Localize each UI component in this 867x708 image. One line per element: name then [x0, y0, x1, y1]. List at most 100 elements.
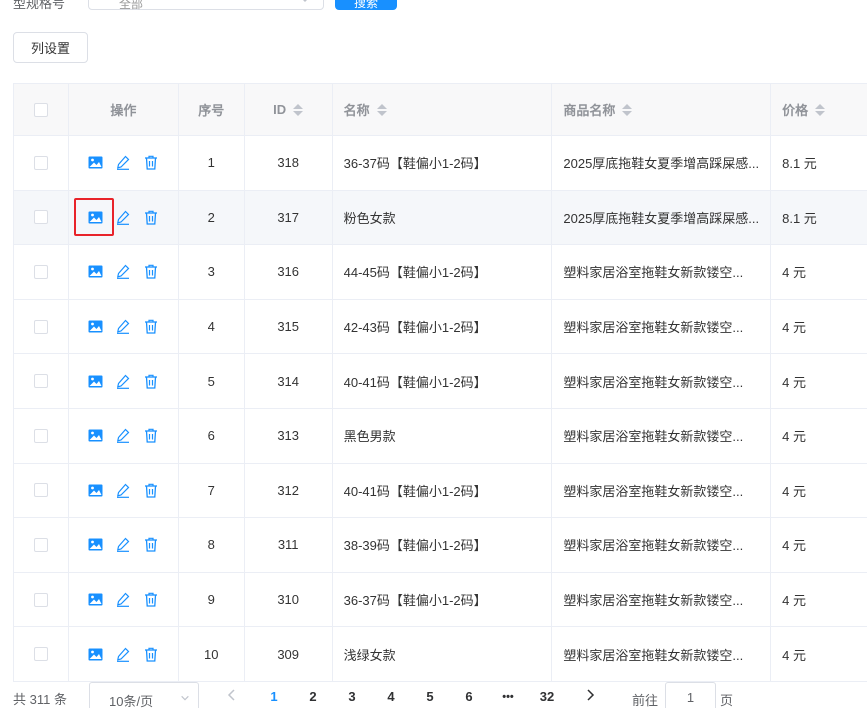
row-checkbox[interactable]	[33, 319, 48, 334]
prev-page-icon[interactable]	[225, 688, 239, 702]
delete-icon[interactable]	[143, 209, 159, 225]
goto-unit: 页	[720, 693, 734, 708]
row-checkbox[interactable]	[33, 483, 48, 498]
edit-icon[interactable]	[115, 373, 131, 389]
image-icon[interactable]	[87, 155, 103, 171]
delete-icon[interactable]	[143, 592, 159, 608]
edit-icon[interactable]	[115, 428, 131, 444]
row-product-name: 塑料家居浴室拖鞋女新款镂空...	[552, 463, 772, 518]
header-name[interactable]: 名称	[333, 84, 553, 135]
row-index: 1	[179, 136, 245, 190]
table-row: 4 315 42-43码【鞋偏小1-2码】 塑料家居浴室拖鞋女新款镂空... 4 元	[14, 299, 867, 355]
edit-icon[interactable]	[115, 319, 131, 335]
row-id: 309	[245, 627, 333, 681]
row-index: 2	[179, 190, 245, 245]
row-product-name-text: 塑料家居浴室拖鞋女新款镂空...	[563, 593, 744, 609]
row-id-text: 315	[277, 319, 300, 335]
row-name-text: 粉色女款	[343, 210, 396, 226]
image-icon[interactable]	[87, 373, 103, 389]
image-icon[interactable]	[74, 198, 115, 237]
table-row: 1 318 36-37码【鞋偏小1-2码】 2025厚底拖鞋女夏季增高踩屎感... 8.…	[14, 136, 867, 191]
row-index: 7	[179, 463, 245, 518]
image-icon[interactable]	[87, 428, 103, 444]
filter-select[interactable]: 全部	[88, 0, 324, 11]
row-id-text: 311	[277, 537, 299, 553]
image-icon[interactable]	[87, 264, 103, 280]
row-name: 36-37码【鞋偏小1-2码】	[333, 572, 553, 627]
sort-caret-icon[interactable]	[293, 103, 304, 116]
edit-icon[interactable]	[115, 209, 131, 225]
delete-icon[interactable]	[143, 155, 159, 171]
delete-icon[interactable]	[143, 264, 159, 280]
image-icon[interactable]	[87, 319, 103, 335]
page-size-value: 10条/页	[109, 694, 154, 708]
row-name-text: 42-43码【鞋偏小1-2码】	[343, 320, 487, 336]
row-checkbox[interactable]	[33, 647, 48, 662]
row-product-name: 2025厚底拖鞋女夏季增高踩屎感...	[552, 190, 772, 245]
page-button-4[interactable]: 4	[379, 689, 403, 704]
search-button[interactable]: 搜索	[335, 0, 397, 10]
delete-icon[interactable]	[143, 319, 159, 335]
table-row: 6 313 黑色男款 塑料家居浴室拖鞋女新款镂空... 4 元	[14, 408, 867, 464]
delete-icon[interactable]	[143, 537, 159, 553]
row-checkbox[interactable]	[33, 264, 48, 279]
page-more-button[interactable]: •••	[496, 691, 520, 703]
page-button-2[interactable]: 2	[301, 689, 325, 704]
row-id: 314	[245, 354, 333, 408]
row-checkbox[interactable]	[33, 155, 48, 170]
select-all-checkbox[interactable]	[33, 102, 48, 117]
header-id[interactable]: ID	[245, 84, 333, 135]
row-id-text: 316	[277, 264, 300, 280]
page-button-32[interactable]: 32	[535, 689, 559, 704]
row-price-text: 4 元	[782, 265, 806, 281]
row-name-text: 40-41码【鞋偏小1-2码】	[343, 483, 487, 499]
row-product-name: 塑料家居浴室拖鞋女新款镂空...	[552, 354, 772, 408]
row-actions	[69, 463, 179, 518]
row-id-text: 314	[277, 373, 300, 389]
row-checkbox[interactable]	[33, 210, 48, 225]
row-actions	[69, 354, 179, 408]
row-id: 315	[245, 299, 333, 354]
image-icon[interactable]	[87, 592, 103, 608]
sort-caret-icon[interactable]	[376, 103, 387, 116]
row-actions	[69, 190, 179, 245]
edit-icon[interactable]	[115, 264, 131, 280]
row-price-text: 4 元	[782, 374, 806, 390]
goto-page-input[interactable]	[665, 682, 716, 708]
sort-caret-icon[interactable]	[815, 103, 826, 116]
row-checkbox[interactable]	[33, 537, 48, 552]
row-checkbox[interactable]	[33, 374, 48, 389]
header-price[interactable]: 价格	[771, 84, 867, 135]
page-size-select[interactable]: 10条/页	[89, 682, 199, 708]
image-icon[interactable]	[87, 537, 103, 553]
edit-icon[interactable]	[115, 592, 131, 608]
row-name: 黑色男款	[333, 408, 553, 463]
row-id-text: 312	[277, 482, 300, 498]
image-icon[interactable]	[87, 482, 103, 498]
edit-icon[interactable]	[115, 537, 131, 553]
row-product-name: 塑料家居浴室拖鞋女新款镂空...	[552, 518, 772, 572]
row-checkbox[interactable]	[33, 428, 48, 443]
row-index: 8	[179, 518, 245, 572]
row-checkbox[interactable]	[33, 592, 48, 607]
delete-icon[interactable]	[143, 482, 159, 498]
row-price: 4 元	[771, 627, 867, 681]
page-button-6[interactable]: 6	[457, 689, 481, 704]
delete-icon[interactable]	[143, 373, 159, 389]
delete-icon[interactable]	[143, 428, 159, 444]
image-icon[interactable]	[87, 646, 103, 662]
page-button-3[interactable]: 3	[340, 689, 364, 704]
edit-icon[interactable]	[115, 155, 131, 171]
edit-icon[interactable]	[115, 482, 131, 498]
page-button-5[interactable]: 5	[418, 689, 442, 704]
column-settings-button[interactable]: 列设置	[13, 32, 88, 63]
page-button-1[interactable]: 1	[262, 689, 286, 704]
header-product-name[interactable]: 商品名称	[552, 84, 772, 135]
sort-caret-icon[interactable]	[622, 103, 633, 116]
row-product-name-text: 塑料家居浴室拖鞋女新款镂空...	[563, 538, 744, 554]
next-page-icon[interactable]	[583, 688, 597, 702]
row-actions	[69, 299, 179, 354]
delete-icon[interactable]	[143, 646, 159, 662]
edit-icon[interactable]	[115, 646, 131, 662]
row-product-name: 塑料家居浴室拖鞋女新款镂空...	[552, 572, 772, 627]
